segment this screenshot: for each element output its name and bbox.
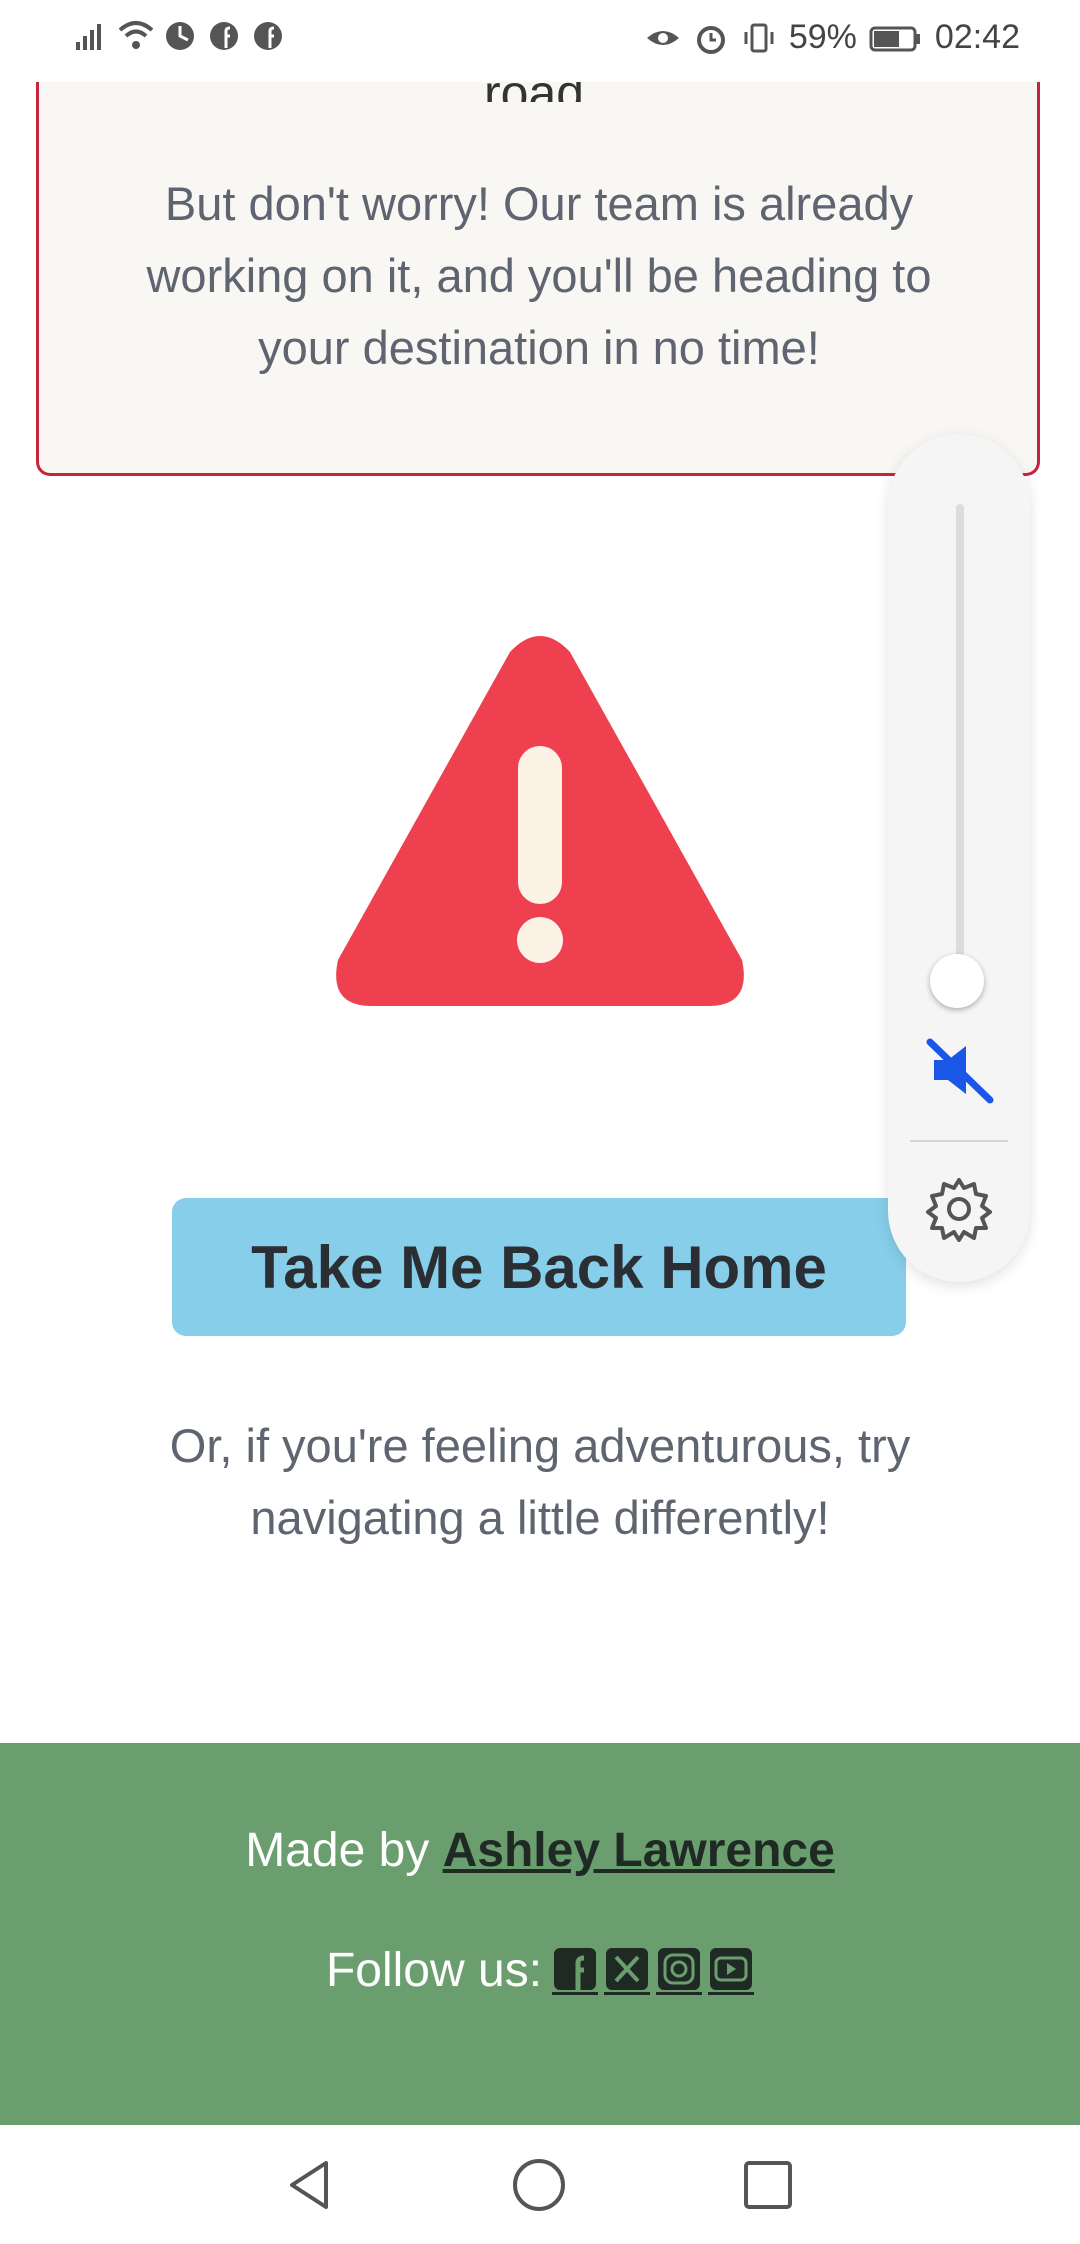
- speaker-muted-icon[interactable]: [924, 1034, 996, 1106]
- clock: 02:42: [934, 18, 1020, 56]
- warning-triangle-icon: [336, 636, 744, 1006]
- wifi-icon: [118, 21, 154, 49]
- navigation-bar: [0, 2125, 1080, 2244]
- alarm-icon: [696, 25, 725, 54]
- youtube-icon: [710, 1948, 753, 1990]
- card-message: But don't worry! Our team is already wor…: [146, 177, 932, 374]
- home-icon[interactable]: [511, 2157, 567, 2213]
- x-link[interactable]: [604, 1946, 651, 1995]
- facebook-icon: [254, 22, 282, 50]
- follow-line: Follow us:: [0, 1943, 1080, 1998]
- battery-icon: [869, 26, 920, 51]
- vibrate-icon: [744, 23, 774, 52]
- facebook-link[interactable]: [552, 1946, 599, 1995]
- instagram-link[interactable]: [656, 1946, 703, 1995]
- volume-divider: [910, 1140, 1008, 1142]
- status-right-icons: 59% 02:42: [645, 18, 1020, 57]
- data-saver-icon: [166, 22, 194, 50]
- gear-icon[interactable]: [924, 1174, 994, 1244]
- recents-icon[interactable]: [740, 2157, 796, 2213]
- take-me-back-home-button[interactable]: Take Me Back Home: [172, 1198, 906, 1336]
- navigation-hint: Or, if you're feeling adventurous, try n…: [169, 1419, 911, 1544]
- battery-percent: 59%: [788, 18, 857, 56]
- signal-icon: [76, 24, 101, 50]
- status-left-icons: [74, 18, 286, 54]
- volume-slider-track[interactable]: [956, 504, 964, 974]
- made-by-line: Made by Ashley Lawrence: [0, 1823, 1080, 1878]
- facebook-icon: [210, 22, 238, 50]
- youtube-link[interactable]: [708, 1946, 755, 1995]
- error-message-card: road. But don't worry! Our team is alrea…: [36, 40, 1040, 476]
- instagram-icon: [658, 1948, 701, 1990]
- eye-icon: [646, 30, 679, 45]
- back-icon[interactable]: [282, 2157, 338, 2213]
- volume-slider-thumb[interactable]: [930, 954, 984, 1008]
- social-links: [552, 1946, 755, 1995]
- x-icon: [606, 1948, 649, 1990]
- facebook-icon: [554, 1948, 597, 1990]
- footer: Made by Ashley Lawrence Follow us:: [0, 1743, 1080, 2125]
- volume-panel: [888, 434, 1030, 1282]
- made-by-prefix: Made by: [245, 1824, 443, 1877]
- status-bar: 59% 02:42: [0, 0, 1080, 82]
- follow-label: Follow us:: [325, 1944, 543, 1997]
- author-link[interactable]: Ashley Lawrence: [443, 1824, 835, 1877]
